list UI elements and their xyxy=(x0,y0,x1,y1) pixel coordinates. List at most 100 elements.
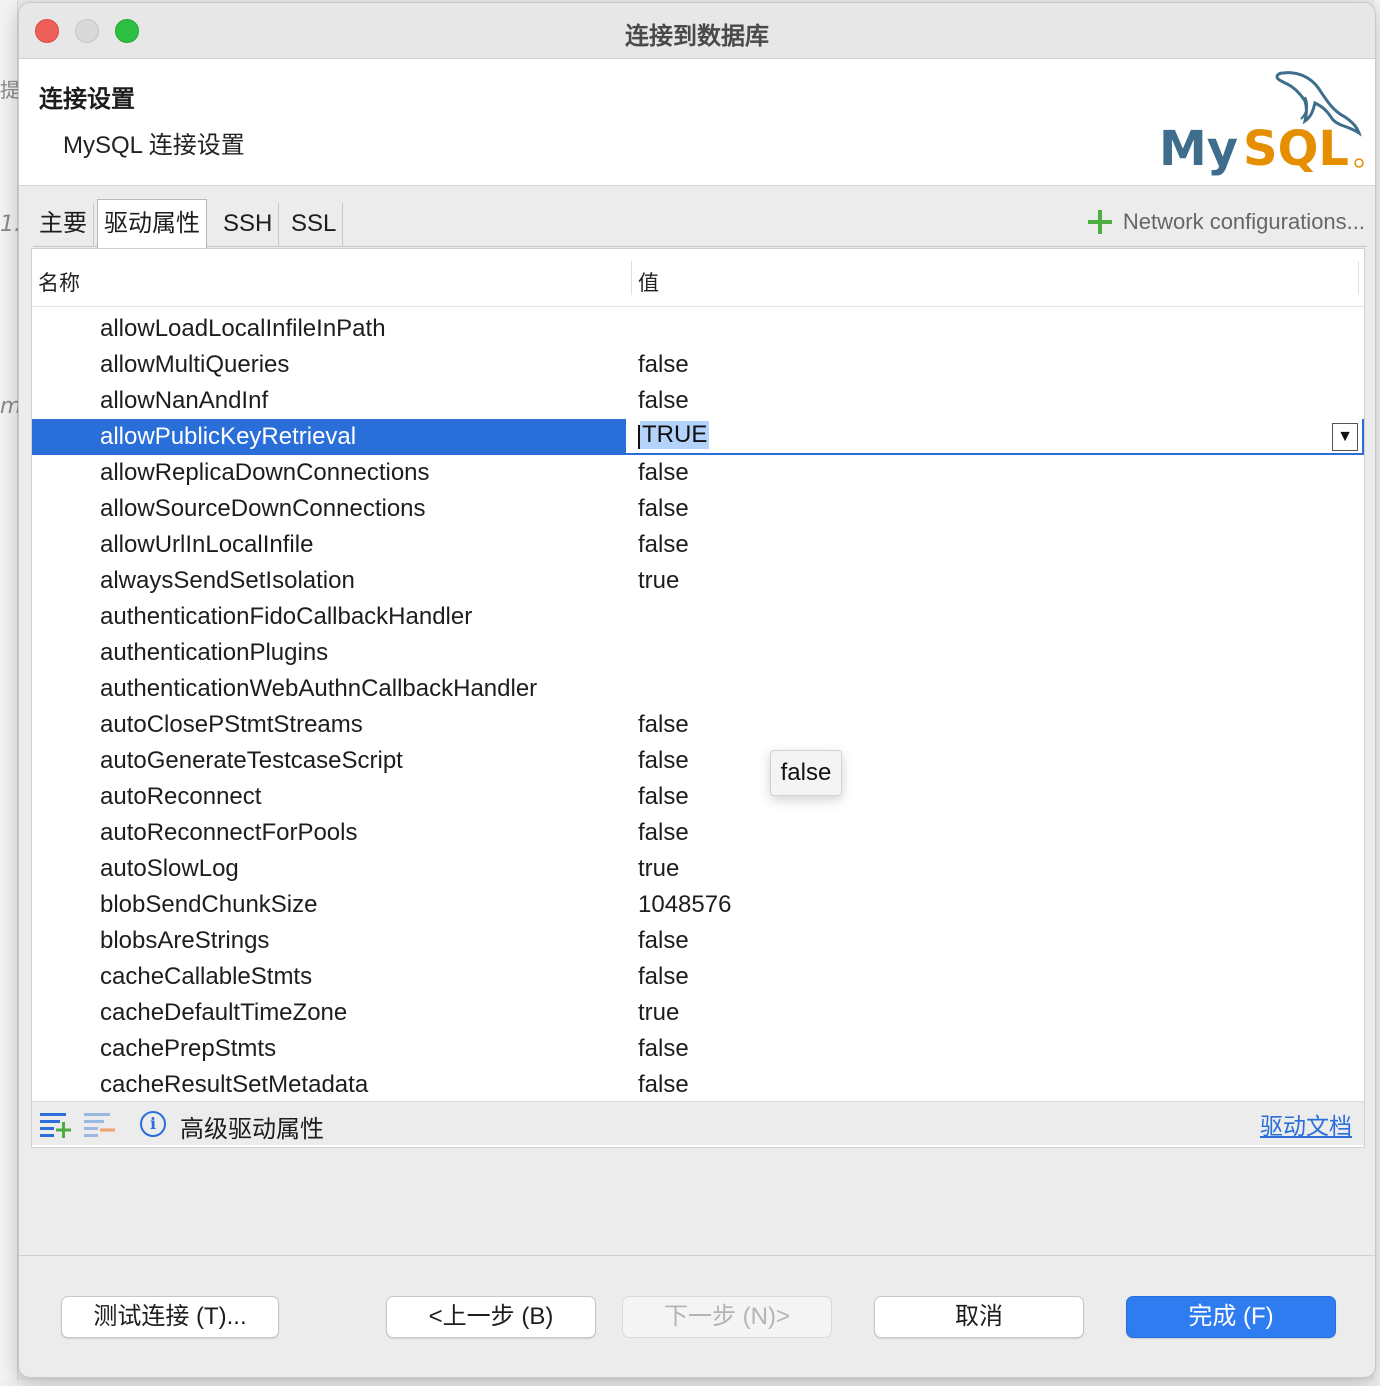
plus-icon xyxy=(1087,209,1113,235)
table-row[interactable]: autoGenerateTestcaseScript false xyxy=(32,743,1364,779)
property-name: autoReconnectForPools xyxy=(100,819,358,846)
property-value[interactable]: false xyxy=(638,387,689,415)
property-value[interactable]: false xyxy=(638,1071,689,1099)
property-name: allowSourceDownConnections xyxy=(100,495,426,522)
table-row[interactable]: autoReconnect false xyxy=(32,779,1364,815)
property-name: cacheCallableStmts xyxy=(100,963,313,990)
header-title: 连接设置 xyxy=(39,86,135,113)
property-name: cacheDefaultTimeZone xyxy=(100,999,348,1026)
tab-ssh[interactable]: SSH xyxy=(217,203,280,247)
property-value[interactable]: false xyxy=(638,927,689,955)
table-row[interactable]: cacheDefaultTimeZone true xyxy=(32,995,1364,1031)
property-value[interactable]: false xyxy=(638,459,689,487)
table-row[interactable]: allowUrlInLocalInfile false xyxy=(32,527,1364,563)
finish-button[interactable]: 完成 (F) xyxy=(1126,1296,1336,1338)
next-button[interactable]: 下一步 (N)> xyxy=(622,1296,832,1338)
background-text-fragment: 提 xyxy=(0,78,20,102)
advanced-driver-properties-label: 高级驱动属性 xyxy=(180,1116,324,1143)
table-row[interactable]: allowNanAndInf false xyxy=(32,383,1364,419)
table-row[interactable]: allowLoadLocalInfileInPath xyxy=(32,311,1364,347)
property-name: authenticationWebAuthnCallbackHandler xyxy=(100,675,538,702)
tab-main[interactable]: 主要 xyxy=(33,203,94,247)
value-dropdown-editor[interactable]: TRUE ▼ xyxy=(626,419,1362,455)
driver-docs-link[interactable]: 驱动文档 xyxy=(1260,1107,1352,1141)
property-name: autoClosePStmtStreams xyxy=(100,711,363,738)
table-row[interactable]: authenticationFidoCallbackHandler xyxy=(32,599,1364,635)
property-name: allowReplicaDownConnections xyxy=(100,459,430,486)
network-configurations-label: Network configurations... xyxy=(1122,209,1365,234)
column-header-name[interactable]: 名称 xyxy=(38,267,80,297)
value-editor-text[interactable]: TRUE xyxy=(640,421,710,449)
property-name: alwaysSendSetIsolation xyxy=(100,567,355,594)
table-row[interactable]: allowReplicaDownConnections false xyxy=(32,455,1364,491)
property-name: cacheResultSetMetadata xyxy=(100,1071,369,1098)
test-connection-button[interactable]: 测试连接 (T)... xyxy=(61,1296,279,1338)
tab-bar: 主要 驱动属性 SSH SSL Network configurations..… xyxy=(33,199,1367,248)
info-icon[interactable]: i xyxy=(140,1111,166,1137)
property-value[interactable]: false xyxy=(638,963,689,991)
cancel-button[interactable]: 取消 xyxy=(874,1296,1084,1338)
property-value[interactable]: true xyxy=(638,999,679,1027)
column-divider[interactable] xyxy=(631,261,632,295)
dropdown-option-false[interactable]: false xyxy=(770,750,842,796)
network-configurations-button[interactable]: Network configurations... xyxy=(1087,209,1365,235)
property-name: blobSendChunkSize xyxy=(100,891,318,918)
table-row[interactable]: autoClosePStmtStreams false xyxy=(32,707,1364,743)
property-value[interactable]: false xyxy=(638,1035,689,1063)
tab-ssl[interactable]: SSL xyxy=(285,203,344,247)
table-row-selected[interactable]: allowPublicKeyRetrieval TRUE ▼ xyxy=(32,419,1364,455)
tab-driver-properties[interactable]: 驱动属性 xyxy=(97,199,207,248)
property-value[interactable]: 1048576 xyxy=(638,891,731,919)
property-name: autoSlowLog xyxy=(100,855,239,882)
property-value[interactable]: false xyxy=(638,711,689,739)
property-name: authenticationPlugins xyxy=(100,639,329,666)
table-row[interactable]: allowMultiQueries false xyxy=(32,347,1364,383)
table-toolbar: i 高级驱动属性 驱动文档 xyxy=(32,1101,1364,1145)
table-row[interactable]: cacheResultSetMetadata false xyxy=(32,1067,1364,1103)
background-window-edge xyxy=(0,0,18,1386)
property-name: allowMultiQueries xyxy=(100,351,290,378)
add-property-icon[interactable] xyxy=(40,1110,72,1138)
property-name: autoGenerateTestcaseScript xyxy=(100,747,403,774)
property-value[interactable]: false xyxy=(638,495,689,523)
property-value[interactable]: false xyxy=(638,783,689,811)
property-value[interactable]: false xyxy=(638,351,689,379)
table-row[interactable]: authenticationPlugins xyxy=(32,635,1364,671)
table-row[interactable]: autoSlowLog true xyxy=(32,851,1364,887)
property-value[interactable]: true xyxy=(638,855,679,883)
table-row[interactable]: cacheCallableStmts false xyxy=(32,959,1364,995)
table-row[interactable]: blobsAreStrings false xyxy=(32,923,1364,959)
remove-property-icon[interactable] xyxy=(84,1110,116,1138)
table-row[interactable]: alwaysSendSetIsolation true xyxy=(32,563,1364,599)
table-row[interactable]: cachePrepStmts false xyxy=(32,1031,1364,1067)
property-name: authenticationFidoCallbackHandler xyxy=(100,603,473,630)
property-name: allowPublicKeyRetrieval xyxy=(100,423,357,450)
table-row[interactable]: blobSendChunkSize 1048576 xyxy=(32,887,1364,923)
property-value[interactable]: true xyxy=(638,567,679,595)
table-header: 名称 值 xyxy=(32,249,1364,307)
back-button[interactable]: <上一步 (B) xyxy=(386,1296,596,1338)
column-divider[interactable] xyxy=(1358,261,1359,295)
property-name: allowLoadLocalInfileInPath xyxy=(100,315,386,342)
property-value[interactable]: false xyxy=(638,531,689,559)
header-subtitle: MySQL 连接设置 xyxy=(63,132,245,159)
driver-properties-table: 名称 值 allowLoadLocalInfileInPath allowMul… xyxy=(31,248,1365,1148)
background-window-edge-bottom xyxy=(0,1380,1380,1386)
property-value[interactable]: false xyxy=(638,747,689,775)
table-body: allowLoadLocalInfileInPath allowMultiQue… xyxy=(32,311,1364,1103)
mysql-logo-text-sql: SQL xyxy=(1243,121,1349,177)
window-title: 连接到数据库 xyxy=(625,23,769,50)
dropdown-arrow-icon[interactable]: ▼ xyxy=(1332,423,1358,451)
property-name: cachePrepStmts xyxy=(100,1035,277,1062)
column-header-value[interactable]: 值 xyxy=(638,267,659,297)
table-row[interactable]: authenticationWebAuthnCallbackHandler xyxy=(32,671,1364,707)
property-name: blobsAreStrings xyxy=(100,927,270,954)
table-row[interactable]: allowSourceDownConnections false xyxy=(32,491,1364,527)
table-row[interactable]: autoReconnectForPools false xyxy=(32,815,1364,851)
mysql-logo: My SQL xyxy=(1159,71,1364,177)
property-value[interactable]: false xyxy=(638,819,689,847)
settings-header: 连接设置 MySQL 连接设置 My SQL xyxy=(19,59,1375,186)
title-bar: 连接到数据库 xyxy=(19,3,1375,59)
text-caret xyxy=(638,425,640,449)
mysql-logo-text-my: My xyxy=(1159,121,1238,177)
